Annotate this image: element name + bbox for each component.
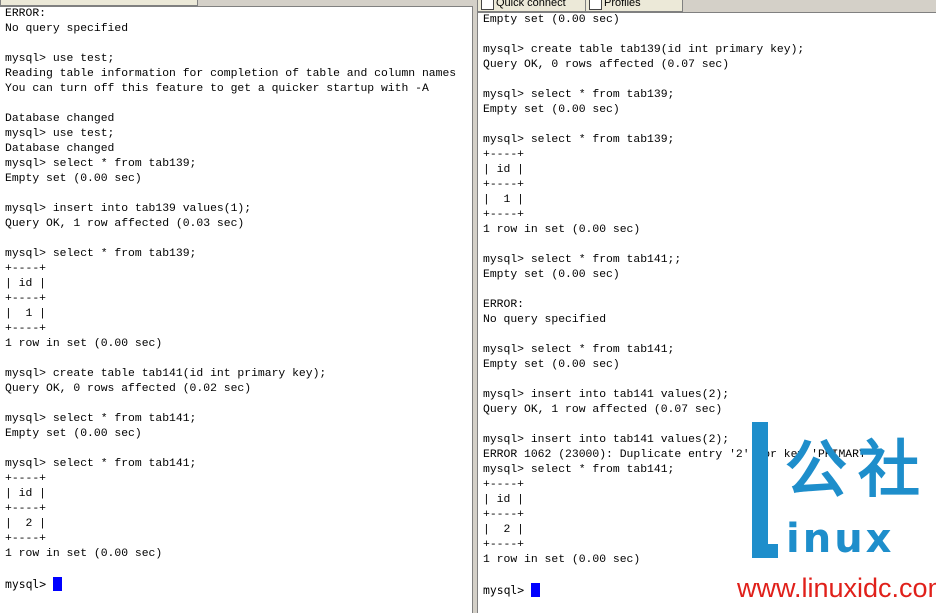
terminal-line: | 2 | (5, 518, 47, 530)
left-terminal-output: ERROR: No query specified mysql> use test;… (0, 7, 472, 577)
terminal-line: | 2 | (483, 524, 525, 536)
terminal-line: +----+ (5, 323, 47, 335)
right-terminal[interactable]: Empty set (0.00 sec) mysql> create table … (477, 13, 936, 613)
terminal-line: +----+ (5, 473, 47, 485)
terminal-line: +----+ (483, 509, 525, 521)
terminal-line: +----+ (5, 293, 47, 305)
profiles-tab[interactable]: Profiles (585, 0, 683, 12)
terminal-line: mysql> create table tab139(id int primar… (483, 44, 805, 56)
terminal-line: Database changed (5, 143, 115, 155)
terminal-line: +----+ (5, 503, 47, 515)
terminal-line: Query OK, 1 row affected (0.07 sec) (483, 404, 723, 416)
right-cursor (531, 583, 541, 597)
terminal-line: Empty set (0.00 sec) (483, 359, 620, 371)
terminal-line: | id | (483, 164, 525, 176)
quick-connect-tab[interactable]: Quick connect (477, 0, 601, 12)
terminal-line: Empty set (0.00 sec) (483, 269, 620, 281)
terminal-line: mysql> select * from tab141;; (483, 254, 682, 266)
left-prompt: mysql> (5, 577, 54, 591)
terminal-line: +----+ (483, 479, 525, 491)
terminal-line: 1 row in set (0.00 sec) (5, 338, 163, 350)
terminal-line: No query specified (483, 314, 607, 326)
terminal-line: +----+ (483, 209, 525, 221)
profiles-label: Profiles (604, 0, 641, 9)
terminal-line: Empty set (0.00 sec) (483, 104, 620, 116)
terminal-line: Empty set (0.00 sec) (483, 14, 620, 26)
terminal-line: ERROR: (483, 299, 525, 311)
terminal-line: mysql> insert into tab141 values(2); (483, 434, 730, 446)
right-prompt-line[interactable]: mysql> (478, 583, 936, 598)
terminal-line: mysql> select * from tab139; (483, 89, 675, 101)
terminal-line: mysql> select * from tab141; (483, 344, 675, 356)
terminal-line: mysql> insert into tab141 values(2); (483, 389, 730, 401)
terminal-line: Query OK, 0 rows affected (0.07 sec) (483, 59, 730, 71)
terminal-line: mysql> use test; (5, 128, 115, 140)
right-prompt: mysql> (483, 583, 532, 597)
terminal-line: No query specified (5, 23, 129, 35)
terminal-line: Query OK, 1 row affected (0.03 sec) (5, 218, 245, 230)
terminal-line: | 1 | (5, 308, 47, 320)
quick-connect-label: Quick connect (496, 0, 566, 9)
terminal-line: Query OK, 0 rows affected (0.02 sec) (5, 383, 252, 395)
terminal-line: mysql> use test; (5, 53, 115, 65)
left-cursor (53, 577, 63, 591)
left-window-tab[interactable] (0, 0, 198, 6)
terminal-line: +----+ (483, 149, 525, 161)
terminal-line: | id | (483, 494, 525, 506)
right-terminal-output: Empty set (0.00 sec) mysql> create table … (478, 13, 936, 583)
terminal-line: mysql> select * from tab141; (483, 464, 675, 476)
terminal-line: +----+ (5, 533, 47, 545)
terminal-line: You can turn off this feature to get a q… (5, 83, 429, 95)
terminal-line: | id | (5, 278, 47, 290)
terminal-line: +----+ (483, 539, 525, 551)
terminal-line: | 1 | (483, 194, 525, 206)
terminal-line: mysql> create table tab141(id int primar… (5, 368, 327, 380)
terminal-line: +----+ (483, 179, 525, 191)
terminal-line: mysql> select * from tab139; (5, 248, 197, 260)
terminal-line: +----+ (5, 263, 47, 275)
left-terminal[interactable]: ERROR: No query specified mysql> use test;… (0, 7, 473, 613)
terminal-line: mysql> insert into tab139 values(1); (5, 203, 252, 215)
left-prompt-line[interactable]: mysql> (0, 577, 472, 592)
terminal-line: mysql> select * from tab141; (5, 458, 197, 470)
terminal-line: ERROR: (5, 8, 47, 20)
terminal-line: 1 row in set (0.00 sec) (483, 224, 641, 236)
terminal-line: ERROR 1062 (23000): Duplicate entry '2' … (483, 449, 873, 461)
terminal-line: mysql> select * from tab139; (5, 158, 197, 170)
terminal-line: Database changed (5, 113, 115, 125)
profiles-icon (589, 0, 602, 10)
right-window-topbar: Quick connect Profiles (477, 0, 936, 13)
left-window-topbar (0, 0, 473, 7)
terminal-line: Empty set (0.00 sec) (5, 428, 142, 440)
terminal-line: 1 row in set (0.00 sec) (5, 548, 163, 560)
terminal-line: mysql> select * from tab139; (483, 134, 675, 146)
terminal-line: Reading table information for completion… (5, 68, 457, 80)
terminal-line: Empty set (0.00 sec) (5, 173, 142, 185)
terminal-line: | id | (5, 488, 47, 500)
terminal-line: mysql> select * from tab141; (5, 413, 197, 425)
terminal-line: 1 row in set (0.00 sec) (483, 554, 641, 566)
quick-connect-icon (481, 0, 494, 10)
